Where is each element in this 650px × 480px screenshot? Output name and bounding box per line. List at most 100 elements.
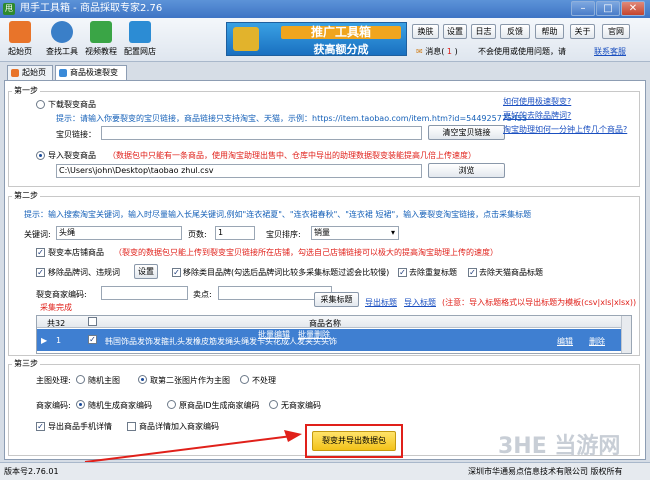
grid-count: 共32 bbox=[47, 319, 66, 328]
sort-label: 宝贝排序: bbox=[266, 230, 301, 239]
store-icon bbox=[129, 21, 151, 43]
export-titles-link[interactable]: 导出标题 bbox=[365, 297, 397, 308]
clear-link-button[interactable]: 清空宝贝链接 bbox=[428, 125, 505, 140]
banner-line1: 推广工具箱 bbox=[281, 26, 401, 39]
merchant-label: 商家编码: bbox=[36, 401, 71, 410]
message-count: 1 bbox=[446, 47, 453, 56]
import-note: （数据包中只能有一条商品，使用淘宝助理出售中、仓库中导出的助理数据裂变装能提高几… bbox=[108, 151, 476, 160]
import-radio[interactable] bbox=[36, 151, 45, 160]
coins-icon bbox=[233, 27, 259, 51]
download-label: 下载裂变商品 bbox=[48, 100, 96, 109]
sort-select[interactable]: 销量 ▾ bbox=[311, 226, 399, 240]
chevron-down-icon: ▾ bbox=[390, 228, 395, 237]
brand-settings-button[interactable]: 设置 bbox=[134, 264, 158, 279]
export-mobile-checkbox[interactable]: ✓ bbox=[36, 422, 45, 431]
random-merchant-radio[interactable] bbox=[76, 400, 85, 409]
no-process-label: 不处理 bbox=[252, 376, 276, 385]
start-page-label: 起始页 bbox=[8, 47, 32, 56]
pages-label: 页数: bbox=[188, 230, 207, 239]
app-icon: 甩 bbox=[3, 3, 15, 15]
feedback-button[interactable]: 反馈 bbox=[500, 24, 530, 39]
remove-brand-label: 移除品牌词、违规词 bbox=[48, 268, 120, 277]
grid-scrollbar[interactable] bbox=[621, 316, 631, 353]
settings-button[interactable]: 设置 bbox=[443, 24, 467, 39]
maximize-button[interactable]: □ bbox=[596, 1, 620, 16]
bell-icon: ✉ bbox=[416, 47, 423, 56]
batch-edit-link[interactable]: 批量编辑 bbox=[258, 329, 290, 340]
split-export-button[interactable]: 裂变并导出数据包 bbox=[312, 431, 396, 451]
main-image-label: 主图处理: bbox=[36, 376, 71, 385]
select-all-checkbox[interactable] bbox=[88, 317, 97, 326]
collect-titles-button[interactable]: 采集标题 bbox=[314, 292, 359, 307]
minimize-button[interactable]: – bbox=[571, 1, 595, 16]
start-page-button[interactable]: 起始页 bbox=[2, 20, 38, 60]
find-tool-button[interactable]: 查找工具 bbox=[44, 20, 80, 60]
no-process-radio[interactable] bbox=[240, 375, 249, 384]
merchant-code-input[interactable] bbox=[101, 286, 188, 300]
remove-tmall-label: 去除天猫商品标题 bbox=[479, 268, 543, 277]
promo-banner[interactable]: 推广工具箱 获高额分成 bbox=[226, 22, 407, 56]
help-link-split[interactable]: 如何使用极速裂变? bbox=[503, 96, 571, 107]
row-delete-link[interactable]: 删除 bbox=[589, 336, 605, 347]
tab-start-page[interactable]: 起始页 bbox=[7, 65, 53, 80]
no-merchant-radio[interactable] bbox=[269, 400, 278, 409]
title-bar: 甩 甩手工具箱 - 商品採取专家2.76 – □ ✕ bbox=[0, 0, 650, 18]
split-store-checkbox[interactable]: ✓ bbox=[36, 248, 45, 257]
version-text: 版本号2.76.01 bbox=[4, 467, 59, 476]
row-arrow-icon: ▶ bbox=[41, 336, 48, 345]
step1-tip: 提示：请输入你要裂变的宝贝链接，商品链接只支持淘宝、天猫，示例：https://… bbox=[56, 114, 528, 123]
log-button[interactable]: 日志 bbox=[471, 24, 496, 39]
help-link-brand[interactable]: 更好的去除品牌词? bbox=[503, 110, 571, 121]
about-button[interactable]: 关于 bbox=[570, 24, 595, 39]
selling-point-label: 卖点: bbox=[193, 290, 212, 299]
path-input[interactable]: C:\Users\john\Desktop\taobao zhul.csv bbox=[56, 164, 422, 178]
help-hint: 不会使用或使用问题，请 bbox=[478, 47, 566, 56]
download-radio[interactable] bbox=[36, 100, 45, 109]
remove-category-label: 移除类目品牌(勾选后品牌词比较多采集标题过滤会比较慢) bbox=[183, 268, 390, 277]
website-button[interactable]: 官网 bbox=[602, 24, 630, 39]
watermark: 3HE 当游网 bbox=[498, 434, 621, 459]
tab-product-split[interactable]: 商品极速裂变 bbox=[55, 65, 127, 80]
step2-legend: 第二步 bbox=[12, 190, 40, 201]
second-image-radio[interactable] bbox=[138, 375, 147, 384]
skin-button[interactable]: 换肤 bbox=[412, 24, 439, 39]
browse-button[interactable]: 浏览 bbox=[428, 163, 505, 178]
merchant-code-label: 裂变商家编码: bbox=[36, 290, 87, 299]
row-edit-link[interactable]: 编辑 bbox=[557, 336, 573, 347]
pages-input[interactable]: 1 bbox=[215, 226, 255, 240]
random-main-image-radio[interactable] bbox=[76, 375, 85, 384]
title-grid: 共32 商品名称 ▶ 1 ✓ 韩国饰品发饰发箍扎头发橡皮筋发绳头绳发卡头花成人发… bbox=[36, 315, 632, 354]
table-row[interactable]: ▶ 1 ✓ 韩国饰品发饰发箍扎头发橡皮筋发绳头绳发卡头花成人发夹头头饰 批量编辑… bbox=[37, 329, 621, 351]
original-id-radio[interactable] bbox=[167, 400, 176, 409]
help-link-upload[interactable]: 淘宝助理如何一分钟上传几个商品? bbox=[503, 124, 633, 135]
link-url-input[interactable] bbox=[101, 126, 422, 140]
remove-brand-checkbox[interactable]: ✓ bbox=[36, 268, 45, 277]
link-url-label: 宝贝链接： bbox=[56, 130, 96, 139]
remove-tmall-checkbox[interactable]: ✓ bbox=[468, 268, 477, 277]
close-button[interactable]: ✕ bbox=[621, 1, 645, 16]
home-icon bbox=[11, 69, 19, 77]
import-format-note: (注意：导入标题格式以导出标题为模板(csv|xls|xlsx)) bbox=[442, 298, 637, 307]
dedupe-checkbox[interactable]: ✓ bbox=[398, 268, 407, 277]
row-number: 1 bbox=[56, 336, 62, 345]
import-titles-link[interactable]: 导入标题 bbox=[404, 297, 436, 308]
config-store-button[interactable]: 配置网店 bbox=[122, 20, 158, 60]
step2-tip: 提示：输入搜索淘宝关键词，输入时尽量输入长尾关键词,例如"连衣裙夏"、"连衣裙春… bbox=[24, 210, 532, 219]
message-area[interactable]: ✉ 消息( 1 ) bbox=[416, 46, 458, 57]
window-title: 甩手工具箱 - 商品採取专家2.76 bbox=[20, 3, 163, 14]
video-tutorial-button[interactable]: 视频教程 bbox=[83, 20, 119, 60]
row-checkbox[interactable]: ✓ bbox=[88, 335, 97, 344]
keyword-input[interactable]: 头绳 bbox=[56, 226, 182, 240]
find-tool-label: 查找工具 bbox=[46, 47, 78, 56]
dedupe-label: 去除重复标题 bbox=[409, 268, 457, 277]
support-link[interactable]: 联系客服 bbox=[594, 46, 626, 57]
banner-line2: 获高额分成 bbox=[313, 43, 369, 56]
video-tutorial-label: 视频教程 bbox=[85, 47, 117, 56]
step1-legend: 第一步 bbox=[12, 85, 40, 96]
batch-delete-link[interactable]: 批量删除 bbox=[298, 329, 330, 340]
remove-category-checkbox[interactable]: ✓ bbox=[172, 268, 181, 277]
original-id-label: 原商品ID生成商家编码 bbox=[179, 401, 260, 410]
grid-name-header: 商品名称 bbox=[309, 319, 341, 328]
tab-bar: 起始页 商品极速裂变 bbox=[0, 62, 650, 80]
help-button[interactable]: 帮助 bbox=[535, 24, 564, 39]
